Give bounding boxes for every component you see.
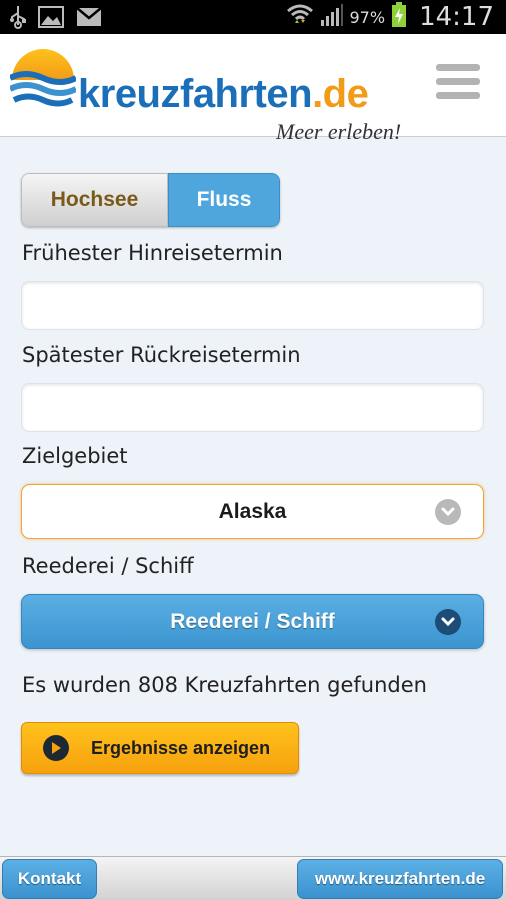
show-results-label: Ergebnisse anzeigen <box>91 737 271 758</box>
app-header: kreuzfahrten.de Meer erleben! <box>0 34 506 144</box>
latest-return-label: Spätester Rückreisetermin <box>22 343 301 367</box>
logo-brand: kreuzfahrten <box>78 72 313 116</box>
destination-select[interactable]: Alaska <box>21 484 484 539</box>
status-bar-notifications <box>10 5 102 34</box>
gmail-icon <box>76 7 102 32</box>
image-icon <box>38 6 64 33</box>
hamburger-menu-icon[interactable] <box>436 64 480 104</box>
status-bar-system: 97% 14:17 <box>286 0 494 34</box>
battery-percent: 97% <box>349 7 386 27</box>
contact-button[interactable]: Kontakt <box>2 859 97 899</box>
tab-hochsee[interactable]: Hochsee <box>21 173 168 227</box>
earliest-departure-input[interactable] <box>21 281 484 330</box>
destination-value: Alaska <box>218 499 287 523</box>
cruise-line-value: Reederei / Schiff <box>170 609 335 633</box>
site-logo[interactable]: kreuzfahrten.de Meer erleben! <box>10 44 410 144</box>
logo-tld: .de <box>312 72 369 116</box>
chevron-down-icon <box>435 609 461 635</box>
footer-bar: Kontakt www.kreuzfahrten.de <box>0 856 506 900</box>
website-link-button[interactable]: www.kreuzfahrten.de <box>297 859 503 899</box>
latest-return-input[interactable] <box>21 383 484 432</box>
cruise-type-toggle: Hochsee Fluss <box>21 173 280 227</box>
wifi-icon <box>286 3 314 32</box>
earliest-departure-label: Frühester Hinreisetermin <box>22 241 283 265</box>
usb-icon <box>10 5 26 34</box>
chevron-down-icon <box>435 499 461 525</box>
clock: 14:17 <box>419 2 494 32</box>
signal-icon <box>320 3 344 32</box>
battery-icon <box>391 1 407 33</box>
logo-wordmark: kreuzfahrten.de <box>78 72 369 117</box>
search-form: Hochsee Fluss Frühester Hinreisetermin S… <box>0 138 506 856</box>
destination-label: Zielgebiet <box>22 444 128 468</box>
wave-logo-icon <box>10 49 76 107</box>
status-bar: 97% 14:17 <box>0 0 506 34</box>
show-results-button[interactable]: Ergebnisse anzeigen <box>21 722 299 774</box>
cruise-line-label: Reederei / Schiff <box>22 554 194 578</box>
cruise-line-select[interactable]: Reederei / Schiff <box>21 594 484 649</box>
play-icon <box>43 735 69 761</box>
result-count-text: Es wurden 808 Kreuzfahrten gefunden <box>22 673 427 697</box>
tab-fluss[interactable]: Fluss <box>168 173 280 227</box>
